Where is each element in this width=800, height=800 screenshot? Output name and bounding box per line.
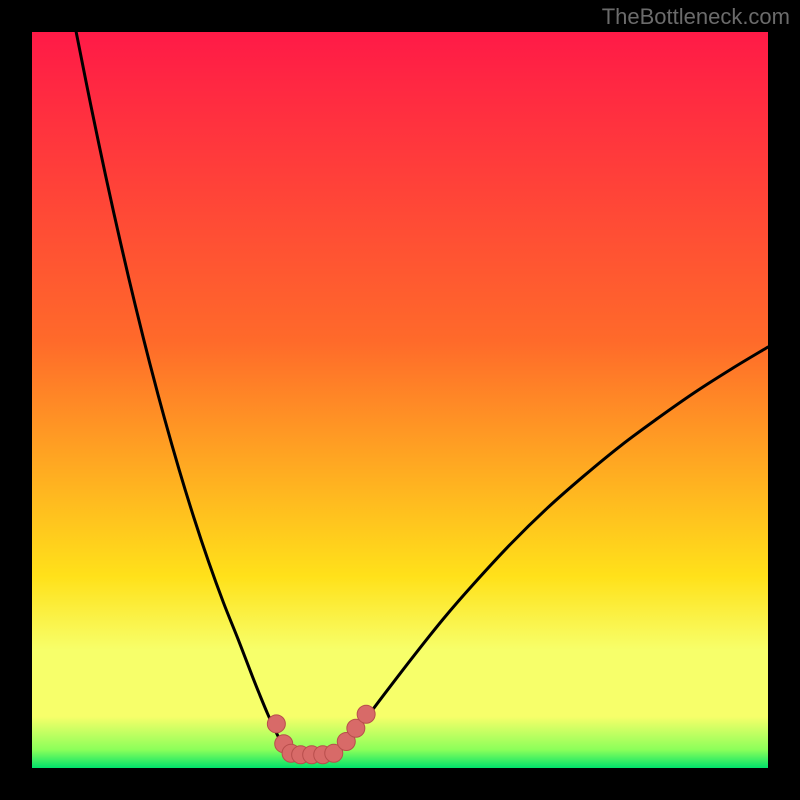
bottleneck-chart <box>32 32 768 768</box>
data-marker <box>357 705 375 723</box>
watermark-text: TheBottleneck.com <box>602 4 790 30</box>
chart-frame <box>32 32 768 768</box>
data-marker <box>267 715 285 733</box>
gradient-background <box>32 32 768 768</box>
